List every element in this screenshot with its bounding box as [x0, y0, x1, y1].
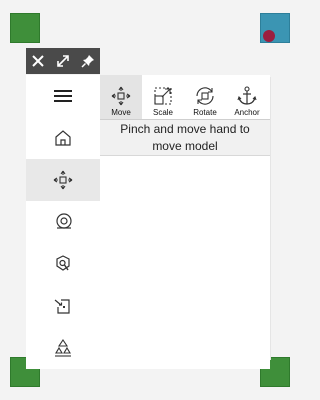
move-icon	[111, 86, 131, 106]
search-settings-icon	[56, 255, 70, 271]
import-icon	[54, 299, 70, 314]
sidebar	[26, 75, 101, 369]
tab-scale[interactable]: Scale	[142, 75, 184, 119]
tab-anchor[interactable]: Anchor	[226, 75, 268, 119]
window-toolbar	[26, 48, 100, 74]
tape-icon	[56, 213, 72, 229]
tool-panel: Move Scale Rotate Anchor Pinch and move …	[100, 75, 270, 369]
indicator-dot	[263, 30, 275, 42]
sidebar-item-menu[interactable]	[26, 75, 100, 117]
menu-icon	[54, 90, 72, 102]
sidebar-item-tape[interactable]	[26, 201, 100, 243]
pin-icon	[81, 55, 94, 68]
scale-icon	[154, 87, 172, 105]
move-icon	[53, 170, 73, 190]
pin-button[interactable]	[78, 51, 98, 71]
corner-handle-top-left[interactable]	[10, 13, 40, 43]
tab-rotate[interactable]: Rotate	[184, 75, 226, 119]
tab-label: Anchor	[234, 108, 260, 117]
expand-button[interactable]	[53, 51, 73, 71]
rotate-icon	[196, 87, 214, 105]
sidebar-item-shapes[interactable]	[26, 327, 100, 369]
tab-label: Move	[111, 108, 131, 117]
tab-label: Scale	[152, 108, 173, 117]
tab-label: Rotate	[193, 108, 217, 117]
tool-tabs: Move Scale Rotate Anchor	[100, 75, 270, 119]
home-icon	[55, 130, 71, 146]
sidebar-item-import[interactable]	[26, 285, 100, 327]
sidebar-item-search-settings[interactable]	[26, 243, 100, 285]
sidebar-item-home[interactable]	[26, 117, 100, 159]
instruction-text: Pinch and move hand to move model	[100, 120, 270, 156]
close-icon	[32, 55, 45, 67]
sidebar-item-move[interactable]	[26, 159, 100, 201]
shapes-icon	[55, 339, 71, 357]
tab-move[interactable]: Move	[100, 75, 142, 119]
anchor-icon	[237, 86, 257, 105]
expand-icon	[57, 55, 69, 67]
corner-handle-top-right[interactable]	[260, 13, 290, 43]
close-button[interactable]	[28, 51, 48, 71]
